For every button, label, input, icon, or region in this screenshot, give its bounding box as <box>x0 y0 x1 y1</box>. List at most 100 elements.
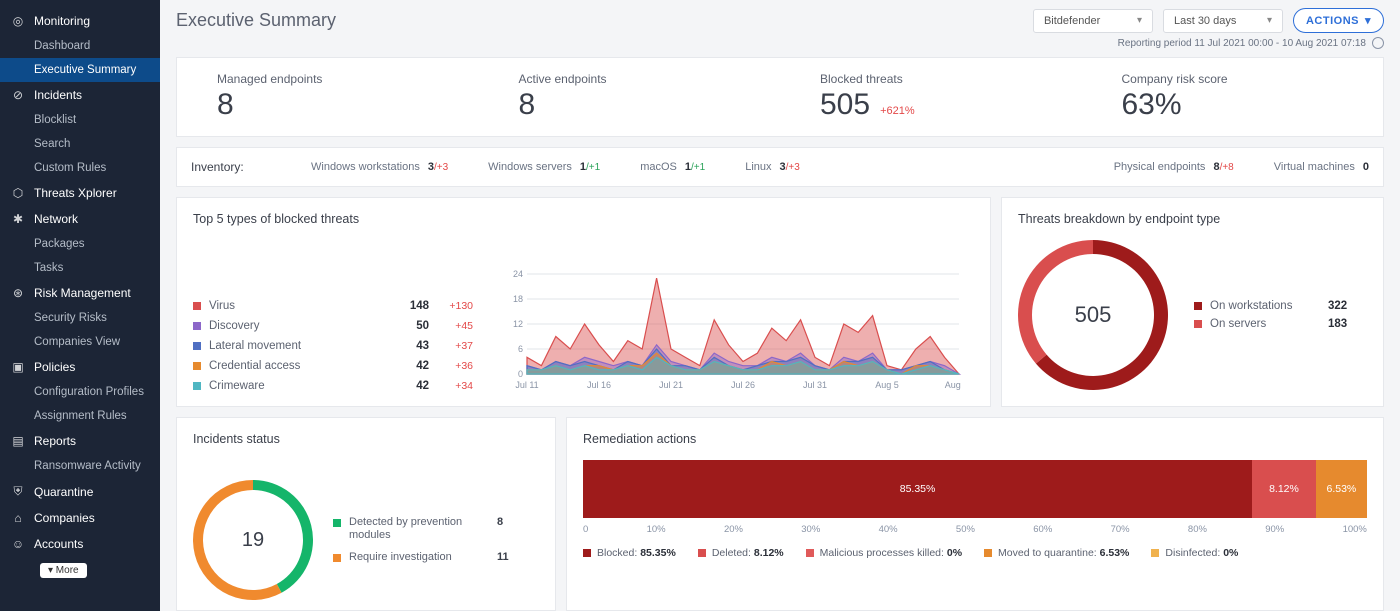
nav-section-quarantine[interactable]: ⛨Quarantine <box>0 478 160 505</box>
svg-text:Jul 31: Jul 31 <box>803 380 827 390</box>
more-button[interactable]: ▾ More <box>40 563 87 578</box>
nav-sub-packages[interactable]: Packages <box>0 232 160 256</box>
breakdown-legend-item: On servers 183 <box>1194 315 1347 333</box>
breakdown-name: On servers <box>1210 318 1320 330</box>
top5-row: Lateral movement 43 +37 <box>193 336 473 356</box>
inventory-value: 3/+3 <box>428 161 448 173</box>
top5-list: Virus 148 +130 Discovery 50 +45 Lateral … <box>193 296 473 396</box>
chevron-down-icon: ▾ <box>1365 14 1371 27</box>
breakdown-donut: 505 <box>1018 240 1168 390</box>
top5-name: Lateral movement <box>209 340 385 352</box>
nav-icon: ⊛ <box>10 286 26 300</box>
inventory-item: Physical endpoints 8/+8 <box>1114 161 1234 173</box>
nav-section-risk-management[interactable]: ⊛Risk Management <box>0 280 160 306</box>
top5-name: Virus <box>209 300 385 312</box>
nav-section-threats-xplorer[interactable]: ⬡Threats Xplorer <box>0 180 160 206</box>
svg-text:0: 0 <box>518 369 523 379</box>
nav-label: Network <box>34 212 78 226</box>
inventory-name: Windows workstations <box>311 161 420 173</box>
axis-tick: 70% <box>1111 524 1130 535</box>
company-select-value: Bitdefender <box>1044 15 1100 27</box>
nav-label: Reports <box>34 434 76 448</box>
inventory-item: Virtual machines 0 <box>1274 161 1369 173</box>
axis-tick: 0 <box>583 524 588 535</box>
inventory-value: 0 <box>1363 161 1369 173</box>
remediation-segment: 85.35% <box>583 460 1252 518</box>
nav-section-incidents[interactable]: ⊘Incidents <box>0 82 160 108</box>
remediation-card: Remediation actions 85.35%8.12%6.53% 010… <box>566 417 1384 611</box>
nav-label: Policies <box>34 360 75 374</box>
top5-area-chart: 06121824Jul 11Jul 16Jul 21Jul 26Jul 31Au… <box>503 270 963 390</box>
nav-sub-executive-summary[interactable]: Executive Summary <box>0 58 160 82</box>
color-swatch <box>193 362 201 370</box>
top5-value: 148 <box>393 300 429 312</box>
nav-section-network[interactable]: ✱ Network <box>0 206 160 232</box>
nav-section-monitoring[interactable]: ◎Monitoring <box>0 8 160 34</box>
nav-section-accounts[interactable]: ☺Accounts <box>0 531 160 557</box>
nav-icon: ✱ <box>10 212 26 226</box>
inventory-value: 1/+1 <box>580 161 600 173</box>
color-swatch <box>193 342 201 350</box>
nav-section-reports[interactable]: ▤Reports <box>0 428 160 454</box>
color-swatch <box>1194 320 1202 328</box>
inventory-value: 3/+3 <box>780 161 800 173</box>
color-swatch <box>333 519 341 527</box>
axis-tick: 60% <box>1033 524 1052 535</box>
nav-sub-tasks[interactable]: Tasks <box>0 256 160 280</box>
refresh-icon[interactable] <box>1372 37 1384 49</box>
nav-section-companies[interactable]: ⌂Companies <box>0 505 160 531</box>
color-swatch <box>193 382 201 390</box>
main-content: Executive Summary Bitdefender ▾ Last 30 … <box>160 0 1400 611</box>
nav-sub-configuration-profiles[interactable]: Configuration Profiles <box>0 380 160 404</box>
nav-icon: ⊘ <box>10 88 26 102</box>
incidents-name: Detected by prevention modules <box>349 516 489 542</box>
incidents-total: 19 <box>193 480 313 600</box>
nav-section-policies[interactable]: ▣Policies <box>0 354 160 380</box>
breakdown-title: Threats breakdown by endpoint type <box>1018 212 1367 226</box>
kpi-blocked-threats: Blocked threats 505+621% <box>780 72 1082 122</box>
kpi-label: Blocked threats <box>820 72 1042 86</box>
svg-text:Aug 10: Aug 10 <box>945 380 963 390</box>
inventory-name: Virtual machines <box>1274 161 1355 173</box>
row-bottom: Incidents status 19 Detected by preventi… <box>176 417 1384 611</box>
reporting-period: Reporting period 11 Jul 2021 00:00 - 10 … <box>1118 38 1366 49</box>
nav-sub-security-risks[interactable]: Security Risks <box>0 306 160 330</box>
inventory-item: Linux 3/+3 <box>745 161 800 173</box>
breakdown-legend-item: On workstations 322 <box>1194 297 1347 315</box>
color-swatch <box>1194 302 1202 310</box>
svg-text:18: 18 <box>513 294 523 304</box>
nav-sub-search[interactable]: Search <box>0 132 160 156</box>
nav-label: Monitoring <box>34 14 90 28</box>
nav-icon: ☺ <box>10 537 26 551</box>
top5-delta: +36 <box>437 360 473 372</box>
nav-sub-assignment-rules[interactable]: Assignment Rules <box>0 404 160 428</box>
incidents-value: 8 <box>497 516 503 528</box>
inventory-name: macOS <box>640 161 677 173</box>
color-swatch <box>984 549 992 557</box>
nav-sub-ransomware-activity[interactable]: Ransomware Activity <box>0 454 160 478</box>
period-select[interactable]: Last 30 days ▾ <box>1163 9 1283 33</box>
page-title: Executive Summary <box>176 10 1023 31</box>
top5-value: 50 <box>393 320 429 332</box>
incidents-legend-item: Require investigation 11 <box>333 547 509 568</box>
nav-sub-custom-rules[interactable]: Custom Rules <box>0 156 160 180</box>
color-swatch <box>583 549 591 557</box>
nav-sub-dashboard[interactable]: Dashboard <box>0 34 160 58</box>
remediation-legend-label: Deleted: 8.12% <box>712 547 784 559</box>
inventory-name: Physical endpoints <box>1114 161 1206 173</box>
inventory-row: Inventory: Windows workstations 3/+3Wind… <box>176 147 1384 187</box>
inventory-value: 1/+1 <box>685 161 705 173</box>
nav-sub-blocklist[interactable]: Blocklist <box>0 108 160 132</box>
nav-icon: ⌂ <box>10 511 26 525</box>
top5-name: Discovery <box>209 320 385 332</box>
nav-icon: ⬡ <box>10 186 26 200</box>
company-select[interactable]: Bitdefender ▾ <box>1033 9 1153 33</box>
nav-sub-companies-view[interactable]: Companies View <box>0 330 160 354</box>
inventory-item: Windows servers 1/+1 <box>488 161 600 173</box>
actions-button[interactable]: ACTIONS ▾ <box>1293 8 1384 33</box>
remediation-legend-item: Moved to quarantine: 6.53% <box>984 547 1129 559</box>
top5-row: Credential access 42 +36 <box>193 356 473 376</box>
remediation-segment: 6.53% <box>1316 460 1367 518</box>
axis-tick: 40% <box>879 524 898 535</box>
incidents-value: 11 <box>497 551 509 563</box>
